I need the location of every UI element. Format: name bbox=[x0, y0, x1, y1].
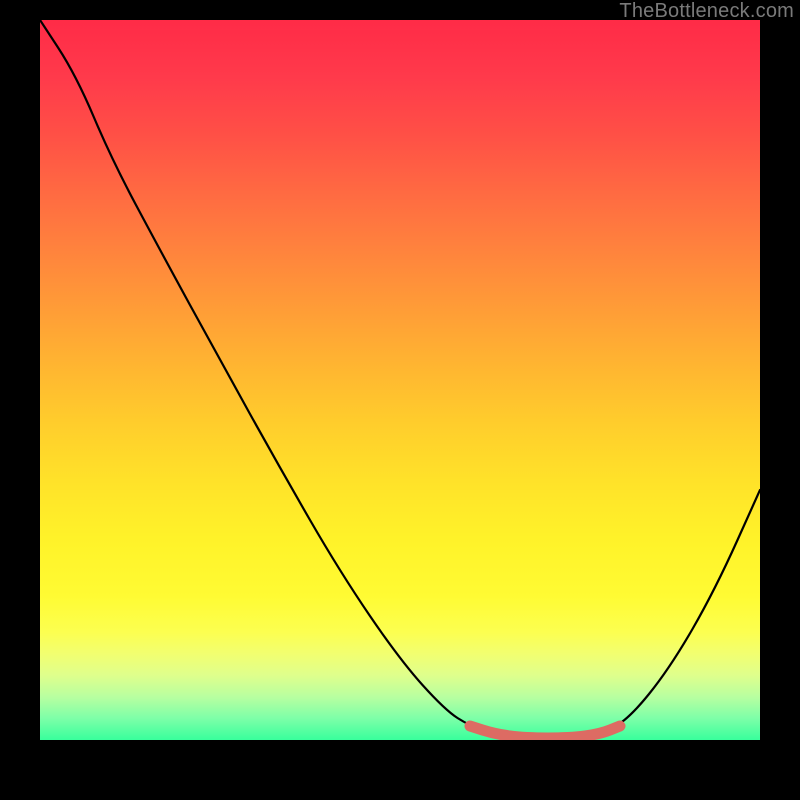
plot-area bbox=[40, 20, 760, 740]
plot-svg bbox=[40, 20, 760, 740]
bottleneck-curve bbox=[40, 20, 760, 738]
chart-container: TheBottleneck.com bbox=[0, 0, 800, 800]
optimal-highlight bbox=[470, 726, 620, 738]
